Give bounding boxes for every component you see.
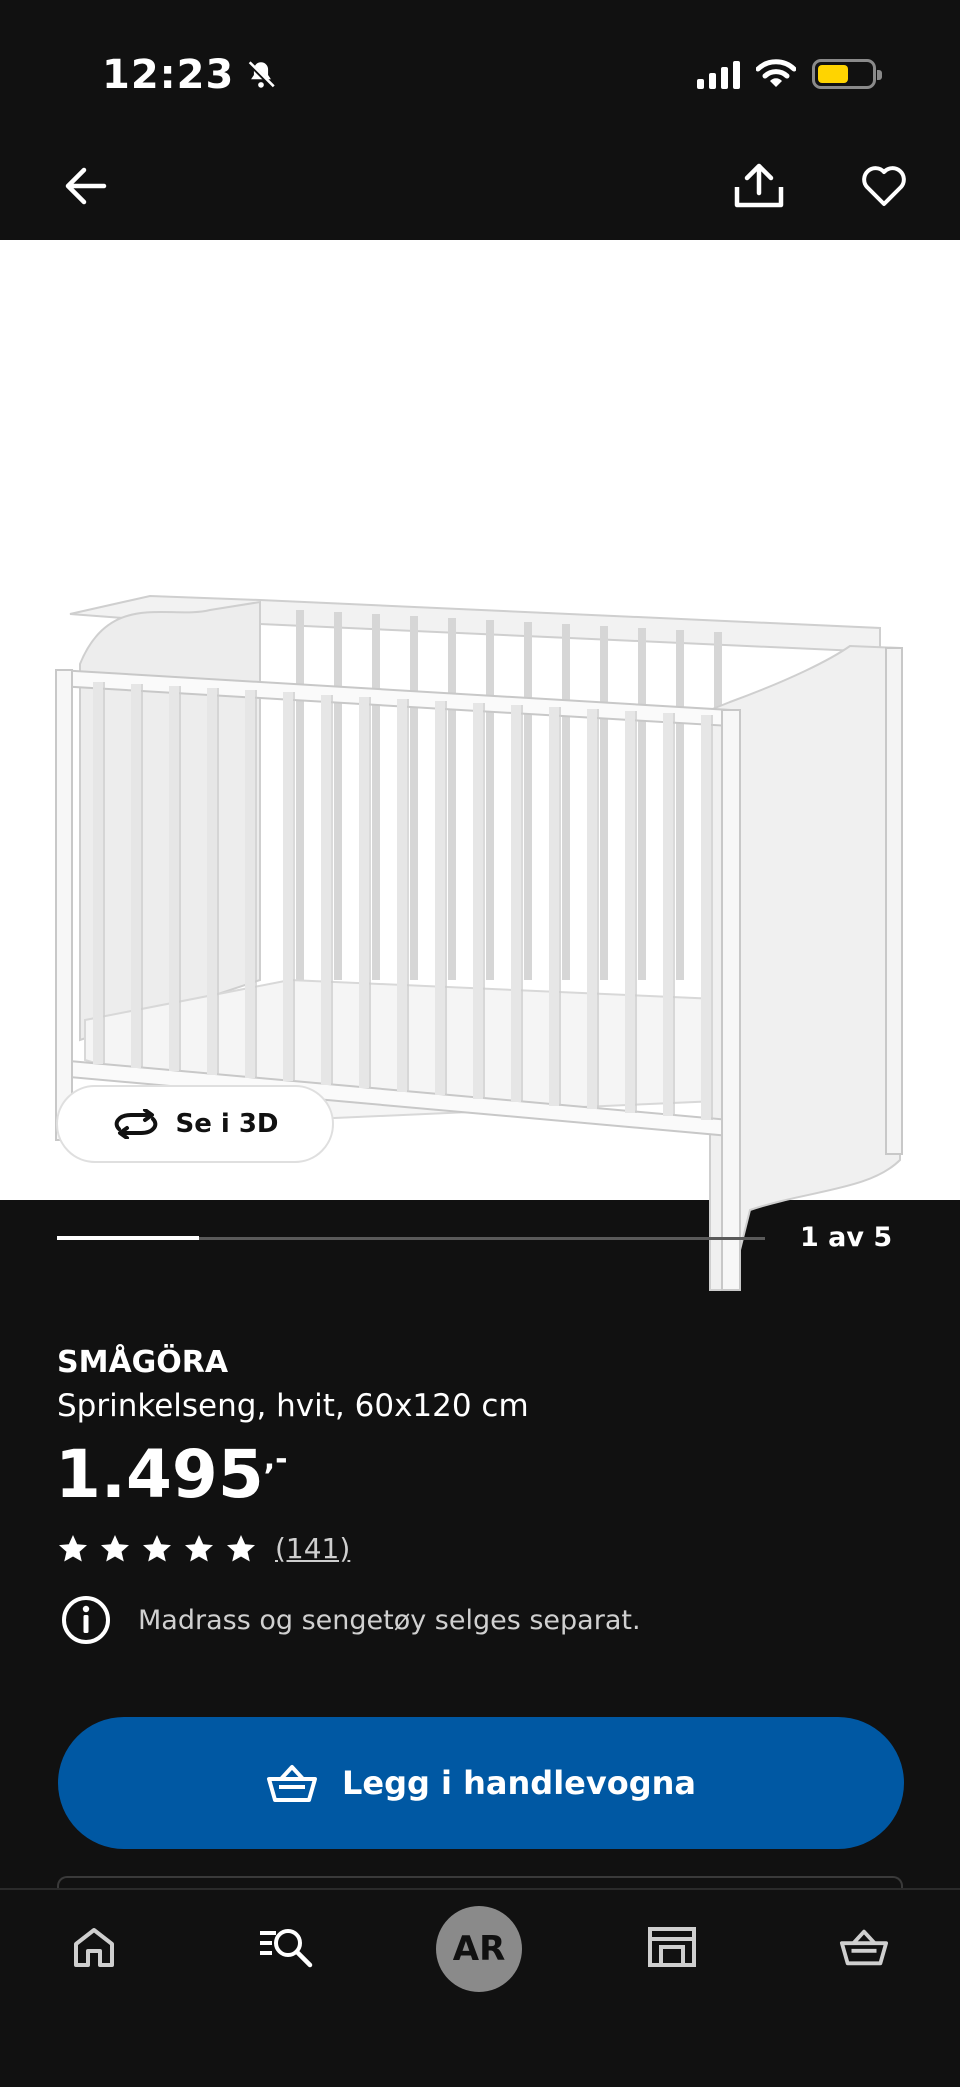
star-icon: [185, 1534, 213, 1562]
star-icon: [59, 1534, 87, 1562]
search-list-icon: [260, 1929, 313, 1968]
shopping-basket-icon: [839, 1929, 889, 1966]
home-icon: [74, 1928, 114, 1967]
arrow-left-icon: [65, 167, 107, 205]
nav-search[interactable]: [246, 1912, 326, 1982]
view-3d-label: Se i 3D: [175, 1109, 279, 1139]
star-icon: [143, 1534, 171, 1562]
status-indicators: [697, 58, 882, 90]
rating-stars: [57, 1533, 257, 1565]
favourite-button[interactable]: [852, 154, 916, 218]
ar-label: AR: [452, 1929, 506, 1969]
product-image: [55, 594, 903, 1291]
heart-icon: [862, 166, 906, 206]
info-text: Madrass og sengetøy selges separat.: [138, 1604, 641, 1636]
back-button[interactable]: [54, 154, 118, 218]
product-name: SMÅGÖRA: [57, 1345, 229, 1380]
gallery-progress-fill: [57, 1236, 199, 1240]
product-image-gallery[interactable]: Se i 3D: [0, 240, 960, 1291]
price-suffix: ,-: [263, 1442, 288, 1477]
status-time-text: 12:23: [102, 52, 235, 98]
bell-muted-icon: [247, 60, 276, 90]
price-value: 1.495: [55, 1436, 264, 1513]
info-icon: [62, 1596, 110, 1644]
star-icon: [227, 1534, 255, 1562]
star-icon: [101, 1534, 129, 1562]
gallery-position-label: 1 av 5: [800, 1222, 893, 1253]
status-time: 12:23: [102, 52, 278, 98]
battery-icon: [812, 59, 882, 89]
nav-stores[interactable]: [632, 1912, 712, 1982]
rating-count[interactable]: (141): [275, 1532, 350, 1565]
nav-cart[interactable]: [824, 1912, 904, 1982]
product-description: Sprinkelseng, hvit, 60x120 cm: [57, 1388, 529, 1424]
product-price: 1.495 ,-: [55, 1436, 288, 1513]
share-button[interactable]: [727, 154, 791, 218]
add-to-cart-label: Legg i handlevogna: [341, 1764, 696, 1802]
gallery-progress: [57, 1236, 765, 1240]
nav-home[interactable]: [54, 1912, 134, 1982]
add-to-cart-button[interactable]: Legg i handlevogna: [58, 1717, 904, 1849]
product-rating[interactable]: (141): [57, 1532, 350, 1565]
top-navigation: [0, 150, 960, 240]
share-icon: [734, 163, 784, 208]
rotate-3d-icon: [115, 1109, 158, 1139]
wifi-icon: [756, 59, 796, 87]
store-icon: [648, 1927, 696, 1967]
info-notice: Madrass og sengetøy selges separat.: [60, 1594, 641, 1646]
ar-button[interactable]: AR: [436, 1906, 522, 1992]
view-3d-button[interactable]: Se i 3D: [56, 1085, 334, 1163]
cellular-signal-icon: [697, 59, 740, 89]
shopping-basket-icon: [266, 1765, 317, 1802]
